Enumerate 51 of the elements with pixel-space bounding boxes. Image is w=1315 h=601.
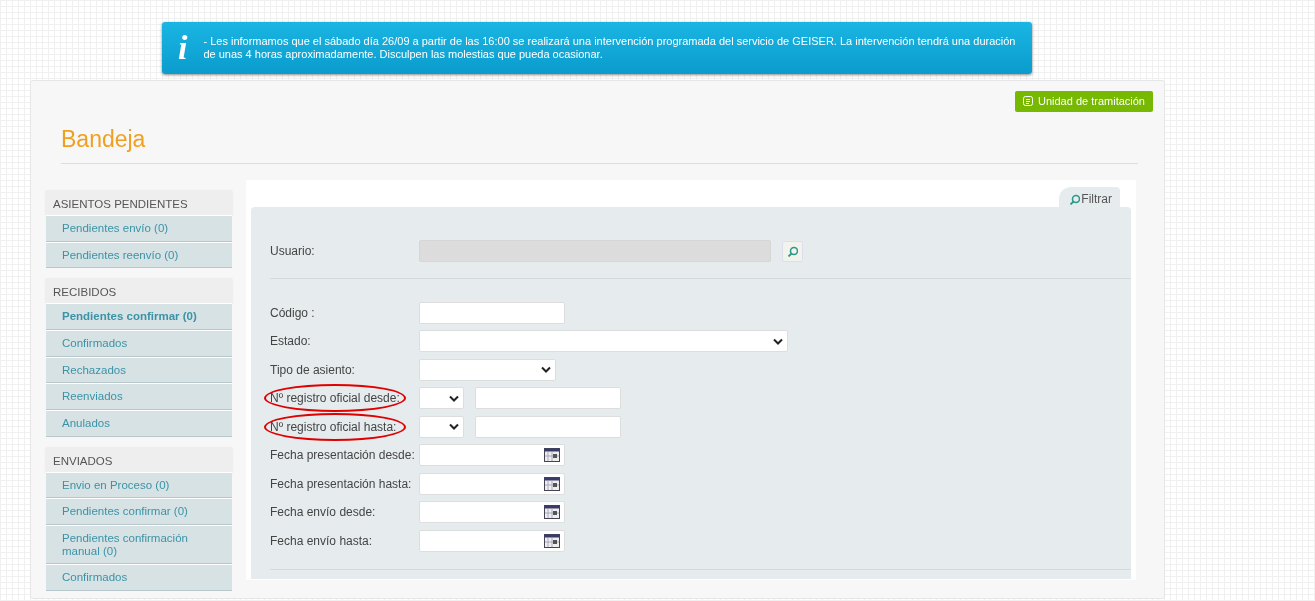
chevron-icon xyxy=(773,337,783,345)
info-icon: i xyxy=(176,31,190,65)
field-label: Tipo de asiento: xyxy=(270,361,356,379)
sidebar-item[interactable]: Pendientes confirmar (0) xyxy=(46,303,232,330)
search-icon xyxy=(1069,193,1081,205)
chevron-icon xyxy=(541,366,551,374)
field-label: Fecha presentación hasta: xyxy=(270,475,413,493)
field-label: Nº registro oficial hasta: xyxy=(270,418,398,436)
sidebar-item[interactable]: Rechazados xyxy=(46,356,232,384)
text-field[interactable] xyxy=(419,301,565,324)
sidebar-item[interactable]: Pendientes envío (0) xyxy=(46,215,232,242)
field-label: Usuario: xyxy=(270,243,316,261)
select-field[interactable] xyxy=(419,387,464,410)
section-header: RECIBIDOS xyxy=(46,278,232,304)
calendar-icon xyxy=(544,476,560,491)
document-icon xyxy=(1023,96,1033,107)
calendar-icon xyxy=(544,505,560,520)
field-label: Fecha envío desde: xyxy=(270,504,377,522)
text-field[interactable] xyxy=(475,387,621,410)
sidebar-item[interactable]: Anulados xyxy=(46,409,232,437)
sidebar-item[interactable]: Confirmados xyxy=(46,564,232,591)
search-icon xyxy=(787,245,798,257)
date-field[interactable] xyxy=(419,444,565,467)
field-label: Código : xyxy=(270,304,316,322)
date-field[interactable] xyxy=(419,472,565,495)
sidebar-item[interactable]: Confirmados xyxy=(46,330,232,357)
sidebar-item[interactable]: Reenviados xyxy=(46,383,232,410)
page-title: Bandeja xyxy=(61,125,147,154)
chevron-icon xyxy=(449,423,459,431)
select-field[interactable] xyxy=(419,415,464,438)
notice-text: - Les informamos que el sábado día 26/09 a partir de las 16:00 se realizará una intervención programada del servicio de GEISER. La intervención tendrá una duración de unas 4 horas aproximadamente. Disculpen las molestias que pueda ocasionar. xyxy=(203,35,1017,61)
chevron-icon xyxy=(449,394,459,402)
field-label: Fecha envío hasta: xyxy=(270,532,374,550)
field-label: Fecha presentación desde: xyxy=(270,447,416,465)
search-button[interactable] xyxy=(782,240,803,262)
field-label: Estado: xyxy=(270,333,312,351)
unit-button[interactable]: Unidad de tramitación xyxy=(1015,91,1153,112)
select-field[interactable] xyxy=(419,330,788,353)
field-label: Nº registro oficial desde: xyxy=(270,390,401,408)
date-field[interactable] xyxy=(419,501,565,524)
select-field[interactable] xyxy=(419,358,556,381)
calendar-icon xyxy=(544,533,560,548)
section-header: ENVIADOS xyxy=(46,446,232,472)
sidebar-item[interactable]: Pendientes confirmar (0) xyxy=(46,498,232,525)
text-field[interactable] xyxy=(475,415,621,438)
calendar-icon xyxy=(544,448,560,463)
sidebar-item[interactable]: Pendientes confirmación manual (0) xyxy=(46,524,232,565)
sidebar-item[interactable]: Envio en Proceso (0) xyxy=(46,471,232,499)
sidebar-item[interactable]: Pendientes reenvío (0) xyxy=(46,241,232,269)
date-field[interactable] xyxy=(419,529,565,552)
section-header: ASIENTOS PENDIENTES xyxy=(46,190,232,216)
